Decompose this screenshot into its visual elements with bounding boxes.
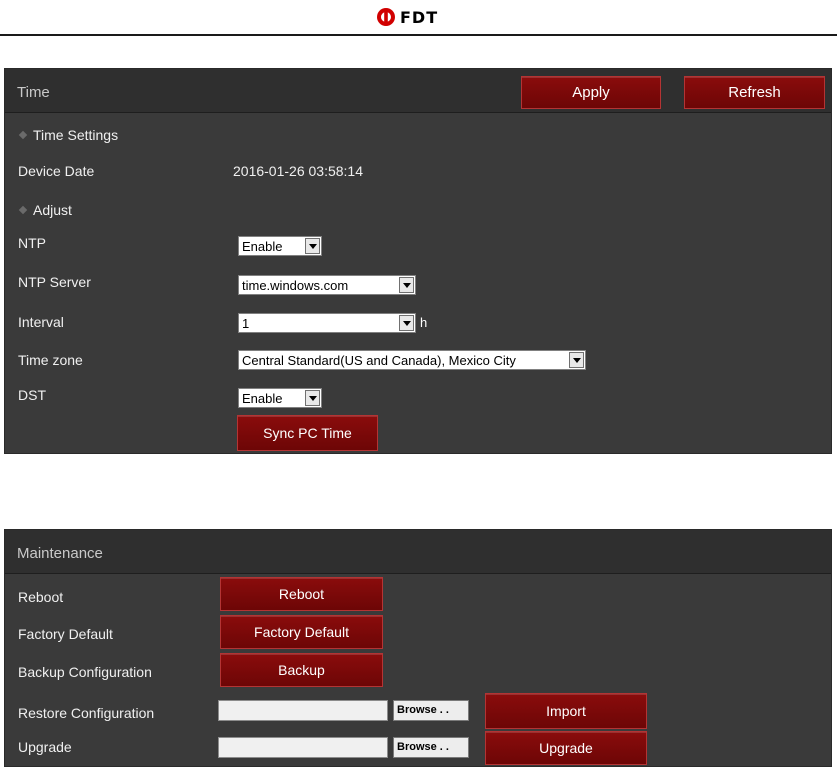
interval-value: 1 xyxy=(242,316,250,331)
timezone-select[interactable]: Central Standard(US and Canada), Mexico … xyxy=(238,350,586,370)
upgrade-file-input[interactable] xyxy=(218,737,388,758)
ntp-server-label: NTP Server xyxy=(18,274,91,290)
dst-select-value: Enable xyxy=(242,391,283,406)
fdt-logo-icon xyxy=(377,8,395,26)
reboot-button[interactable]: Reboot xyxy=(220,577,383,611)
ntp-label: NTP xyxy=(18,235,46,251)
diamond-icon xyxy=(18,130,28,140)
brand-logo: FDT xyxy=(376,4,438,30)
interval-label: Interval xyxy=(18,314,64,330)
sync-pc-time-button[interactable]: Sync PC Time xyxy=(237,415,378,451)
device-date-label: Device Date xyxy=(18,163,95,179)
upgrade-label: Upgrade xyxy=(18,739,72,755)
chevron-down-icon[interactable] xyxy=(399,315,414,331)
timezone-value: Central Standard(US and Canada), Mexico … xyxy=(242,353,516,368)
chevron-down-icon[interactable] xyxy=(305,238,320,254)
header-divider xyxy=(0,34,837,36)
maintenance-panel: Maintenance Reboot Reboot Factory Defaul… xyxy=(4,529,832,767)
chevron-down-icon[interactable] xyxy=(569,352,584,368)
ntp-server-value: time.windows.com xyxy=(242,278,349,293)
upgrade-button[interactable]: Upgrade xyxy=(485,731,647,765)
ntp-select[interactable]: Enable xyxy=(238,236,322,256)
maintenance-panel-title: Maintenance xyxy=(17,545,103,562)
interval-select[interactable]: 1 xyxy=(238,313,416,333)
time-panel: Time Apply Refresh Time Settings Device … xyxy=(4,68,832,454)
time-settings-section: Time Settings xyxy=(18,127,119,143)
timezone-label: Time zone xyxy=(18,352,83,368)
factory-default-button[interactable]: Factory Default xyxy=(220,615,383,649)
device-date-value: 2016-01-26 03:58:14 xyxy=(233,163,363,179)
dst-select[interactable]: Enable xyxy=(238,388,322,408)
restore-configuration-label: Restore Configuration xyxy=(18,705,155,721)
ntp-select-value: Enable xyxy=(242,239,283,254)
adjust-label: Adjust xyxy=(33,202,72,218)
restore-file-input[interactable] xyxy=(218,700,388,721)
time-panel-title: Time xyxy=(17,84,50,101)
backup-configuration-label: Backup Configuration xyxy=(18,664,152,680)
reboot-label: Reboot xyxy=(18,589,64,605)
restore-browse-button[interactable]: Browse . . xyxy=(393,700,469,721)
chevron-down-icon[interactable] xyxy=(399,277,414,293)
apply-button[interactable]: Apply xyxy=(521,76,661,109)
import-button[interactable]: Import xyxy=(485,693,647,729)
maintenance-title-bar: Maintenance xyxy=(5,530,831,574)
refresh-button[interactable]: Refresh xyxy=(684,76,825,109)
time-settings-label: Time Settings xyxy=(33,127,119,143)
interval-unit: h xyxy=(420,315,428,330)
brand-name: FDT xyxy=(400,7,439,27)
upgrade-browse-button[interactable]: Browse . . xyxy=(393,737,469,758)
diamond-icon xyxy=(18,205,28,215)
dst-label: DST xyxy=(18,387,46,403)
adjust-section: Adjust xyxy=(18,202,72,218)
factory-default-label: Factory Default xyxy=(18,626,113,642)
chevron-down-icon[interactable] xyxy=(305,390,320,406)
ntp-server-select[interactable]: time.windows.com xyxy=(238,275,416,295)
backup-button[interactable]: Backup xyxy=(220,653,383,687)
